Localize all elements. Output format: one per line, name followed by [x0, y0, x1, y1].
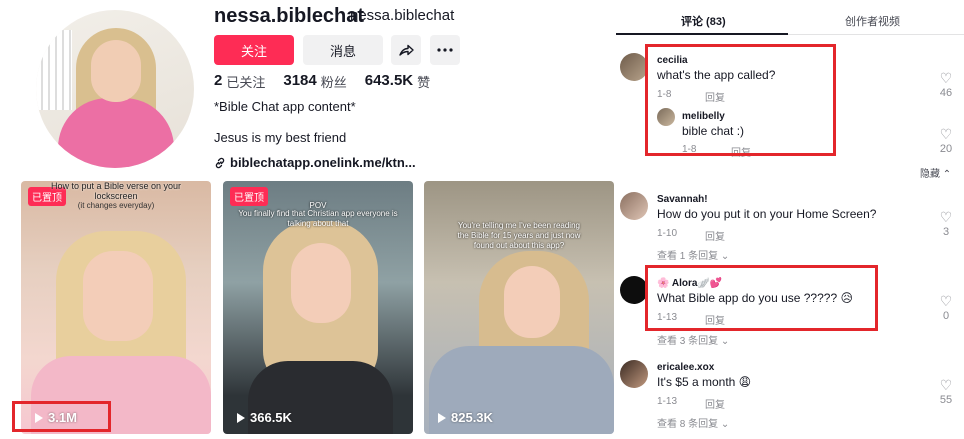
- profile-avatar[interactable]: [36, 10, 194, 168]
- video-figure-face: [504, 266, 560, 338]
- highlight-box: [12, 401, 111, 432]
- followers-label[interactable]: 粉丝: [321, 72, 347, 91]
- like-count: 0: [942, 310, 950, 322]
- follow-button[interactable]: 关注: [214, 35, 294, 65]
- video-figure-face: [291, 243, 351, 323]
- profile-stats: 2 已关注 3184 粉丝 643.5K 赞: [214, 72, 448, 91]
- commenter-avatar[interactable]: [620, 360, 648, 388]
- view-count: 366.5K: [237, 410, 292, 425]
- tab-creator-videos[interactable]: 创作者视频: [845, 13, 900, 29]
- comment-text: How do you put it on your Home Screen?: [657, 207, 877, 221]
- heart-icon: ♡: [939, 126, 953, 142]
- bio-line-2: Jesus is my best friend: [214, 130, 347, 145]
- video-caption: You're telling me I've been reading the …: [457, 221, 581, 250]
- view-replies-button[interactable]: 查看 8 条回复 ⌄: [657, 415, 729, 430]
- reply-button[interactable]: 回复: [705, 396, 725, 411]
- heart-icon: ♡: [939, 293, 953, 309]
- chevron-down-icon: ⌄: [720, 336, 730, 347]
- view-replies-button[interactable]: 查看 1 条回复 ⌄: [657, 247, 729, 262]
- video-caption: How to put a Bible verse on your lockscr…: [50, 181, 182, 201]
- view-count-value: 366.5K: [250, 410, 292, 425]
- more-icon: [437, 48, 453, 52]
- avatar-background: [36, 30, 72, 110]
- commenter-avatar[interactable]: [620, 53, 648, 81]
- message-button[interactable]: 消息: [303, 35, 383, 65]
- hide-replies-label[interactable]: 隐藏: [920, 169, 940, 180]
- share-icon: [399, 44, 414, 56]
- video-card[interactable]: 已置顶 POV You finally find that Christian …: [223, 181, 413, 434]
- reply-button[interactable]: 回复: [705, 228, 725, 243]
- view-replies-label[interactable]: 查看 3 条回复: [657, 336, 718, 347]
- like-button[interactable]: ♡ 20: [934, 127, 958, 155]
- like-button[interactable]: ♡ 46: [934, 71, 958, 99]
- comments-tabs: 评论 (83) 创作者视频: [616, 0, 964, 35]
- commenter-avatar[interactable]: [620, 192, 648, 220]
- likes-count: 643.5K: [364, 72, 414, 89]
- view-replies-label[interactable]: 查看 1 条回复: [657, 251, 718, 262]
- like-button[interactable]: ♡ 55: [934, 378, 958, 406]
- following-label[interactable]: 已关注: [226, 72, 265, 91]
- active-tab-indicator: [616, 33, 788, 35]
- commenter-name[interactable]: ericalee.xox: [657, 362, 714, 373]
- view-count-value: 825.3K: [451, 410, 493, 425]
- chevron-down-icon: ⌄: [720, 251, 730, 262]
- highlight-box: [645, 44, 836, 156]
- share-button[interactable]: [391, 35, 421, 65]
- avatar-hoodie: [58, 98, 174, 168]
- followers-count[interactable]: 3184: [283, 72, 316, 91]
- highlight-box: [645, 265, 878, 331]
- profile-nickname: nessa.biblechat: [350, 7, 455, 24]
- comment-text: It's $5 a month 😩: [657, 375, 752, 389]
- comment-date: 1-13: [657, 396, 678, 407]
- bio-link[interactable]: biblechatapp.onelink.me/ktn...: [214, 155, 416, 170]
- like-count: 55: [939, 394, 953, 406]
- comment-date: 1-10: [657, 228, 678, 239]
- like-button[interactable]: ♡ 3: [934, 210, 958, 238]
- tab-comments[interactable]: 评论 (83): [681, 13, 726, 29]
- commenter-name[interactable]: Savannah!: [657, 194, 708, 205]
- bio-line-1: *Bible Chat app content*: [214, 99, 356, 114]
- video-card[interactable]: You're telling me I've been reading the …: [424, 181, 614, 434]
- hide-replies-button[interactable]: 隐藏 ⌃: [920, 165, 951, 180]
- heart-icon: ♡: [939, 70, 953, 86]
- chevron-up-icon: ⌃: [942, 169, 952, 180]
- like-count: 46: [939, 87, 953, 99]
- heart-icon: ♡: [939, 209, 953, 225]
- heart-icon: ♡: [939, 377, 953, 393]
- profile-username: nessa.biblechat: [214, 5, 365, 27]
- like-count: 3: [942, 226, 950, 238]
- view-count: 825.3K: [438, 410, 493, 425]
- link-icon: [215, 157, 225, 168]
- following-count[interactable]: 2: [214, 72, 222, 91]
- view-replies-label[interactable]: 查看 8 条回复: [657, 419, 718, 430]
- bio-link-text[interactable]: biblechatapp.onelink.me/ktn...: [230, 155, 416, 170]
- play-icon: [438, 412, 446, 423]
- commenter-avatar[interactable]: [620, 276, 648, 304]
- like-count: 20: [939, 143, 953, 155]
- like-button[interactable]: ♡ 0: [934, 294, 958, 322]
- play-icon: [237, 412, 245, 423]
- more-options-button[interactable]: [430, 35, 460, 65]
- video-caption-sub: (it changes everyday): [77, 201, 155, 210]
- video-figure-face: [83, 251, 153, 341]
- avatar-face: [91, 40, 141, 102]
- chevron-down-icon: ⌄: [720, 419, 730, 430]
- likes-label: 赞: [417, 75, 431, 90]
- video-caption-sub: You finally find that Christian app ever…: [238, 209, 398, 228]
- video-card[interactable]: 已置顶 How to put a Bible verse on your loc…: [21, 181, 211, 434]
- view-replies-button[interactable]: 查看 3 条回复 ⌄: [657, 332, 729, 347]
